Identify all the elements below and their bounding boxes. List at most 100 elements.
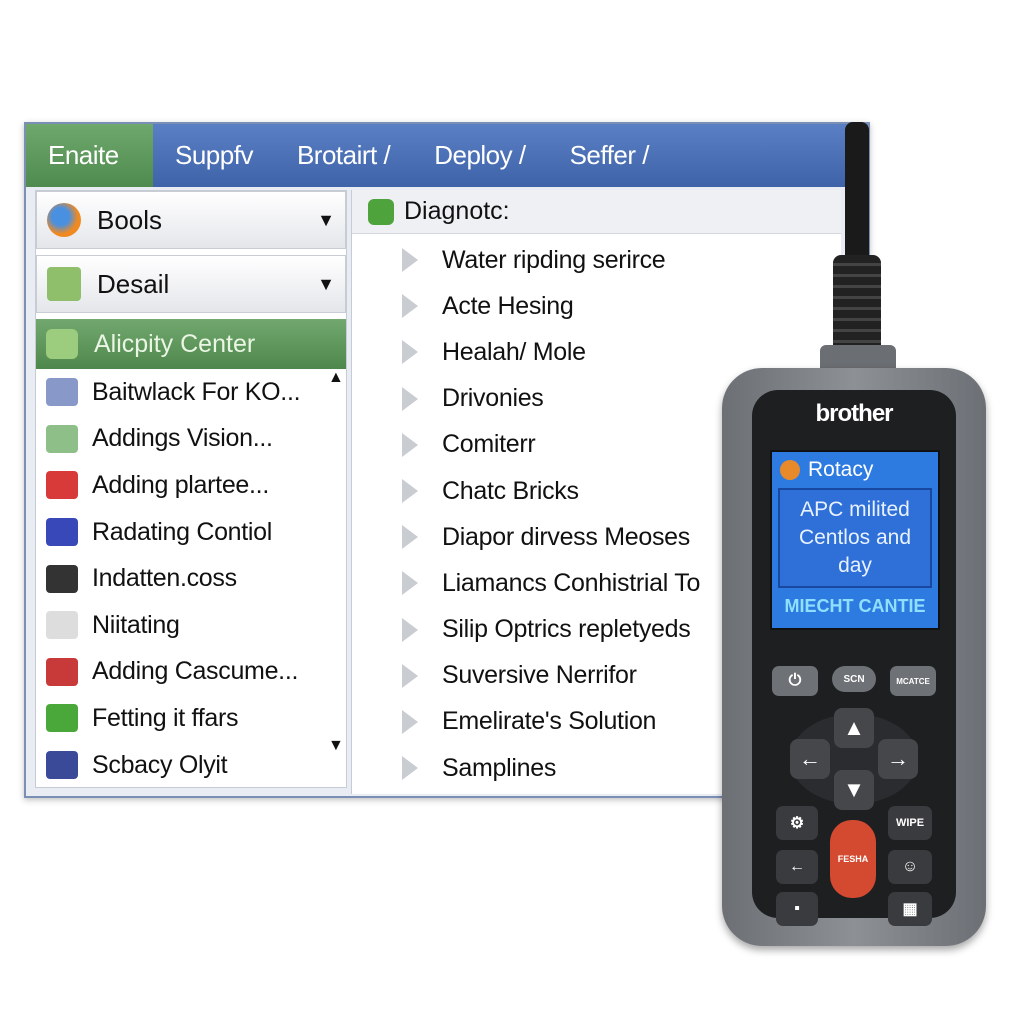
tablet-icon	[46, 751, 78, 780]
tools-icon	[46, 657, 78, 686]
wipe-button[interactable]: WIPE	[888, 806, 932, 840]
scroll-down-icon[interactable]: ▼	[328, 737, 344, 755]
document-icon	[46, 611, 78, 640]
app-center-icon	[46, 329, 78, 359]
sidebar-item[interactable]: Radating Contiol	[36, 509, 346, 556]
list-item-label: Emelirate's Solution	[442, 707, 657, 736]
power-button[interactable]: ⏻	[772, 666, 818, 696]
list-item-label: Suversive Nerrifor	[442, 661, 637, 690]
sidebar-item[interactable]: Adding plartee...	[36, 462, 346, 509]
message-line: APC milited	[800, 498, 910, 521]
browser-globe-icon	[47, 203, 81, 237]
tower-icon	[46, 564, 78, 593]
sidebar-item[interactable]: Fetting it ffars	[36, 695, 346, 742]
list-item-label: Chatc Bricks	[442, 476, 579, 505]
expand-triangle-icon[interactable]	[402, 386, 418, 411]
sidebar-item[interactable]: Scbacy Olyit	[36, 742, 346, 789]
scan-button[interactable]: SCN	[832, 666, 876, 692]
list-item-label: Silip Optrics repletyeds	[442, 615, 691, 644]
tab-brotairt[interactable]: Brotairt /	[275, 124, 412, 187]
scrollbar[interactable]: ▲ ▼	[328, 369, 344, 755]
list-item-label: Liamancs Conhistrial To	[442, 568, 701, 597]
sidebar-item-label: Scbacy Olyit	[92, 750, 228, 779]
left-arrow-button[interactable]: ←	[790, 739, 830, 779]
brand-logo: brother	[815, 400, 894, 427]
cable-coil	[833, 255, 881, 355]
diagnostic-device: brother Rotacy APC milited Centlos and d…	[722, 368, 986, 946]
expand-triangle-icon[interactable]	[402, 432, 418, 457]
scanner-icon	[46, 424, 78, 453]
tab-bar: Enaite Suppfv Brotairt / Deploy / Seffer…	[26, 124, 868, 187]
pane-header: Diagnotc:	[352, 190, 841, 234]
expand-triangle-icon[interactable]	[402, 294, 418, 319]
grid-icon: ▦	[902, 901, 918, 918]
sidebar-item-selected[interactable]: Alicpity Center	[36, 319, 346, 369]
tool-button[interactable]: ⚙	[776, 806, 818, 840]
sidebar-item[interactable]: Niitating	[36, 602, 346, 649]
sidebar-item[interactable]: Adding Cascume...	[36, 649, 346, 696]
chevron-down-icon: ▼	[317, 209, 335, 230]
person-icon: ☺	[901, 858, 919, 875]
screen-footer: MIECHT CANTIE	[784, 596, 926, 616]
back-arrow-icon: ←	[789, 858, 805, 875]
message-line: Centlos and	[798, 526, 912, 549]
expand-triangle-icon[interactable]	[402, 479, 418, 504]
message-line: day	[838, 554, 872, 577]
sidebar-item[interactable]: Baitwlack For KO...	[36, 369, 346, 416]
tab-deploy[interactable]: Deploy /	[412, 124, 547, 187]
sidebar-item-label: Adding Cascume...	[92, 657, 299, 686]
list-item-label: Drivonies	[442, 384, 544, 413]
sidebar-item[interactable]: Indatten.coss	[36, 555, 346, 602]
chevron-down-icon: ▼	[317, 273, 335, 294]
printer-icon	[46, 378, 78, 407]
expand-triangle-icon[interactable]	[402, 709, 418, 734]
expand-triangle-icon[interactable]	[402, 571, 418, 596]
list-item-label: Comiterr	[442, 430, 536, 459]
screen-message: APC milited Centlos and day	[778, 488, 932, 588]
power-icon: ⏻	[788, 672, 802, 689]
sidebar-item-label: Fetting it ffars	[92, 703, 239, 732]
wrench-icon: ⚙	[789, 815, 805, 832]
monitor-icon	[46, 518, 78, 547]
expand-triangle-icon[interactable]	[402, 617, 418, 642]
sidebar-item-label: Baitwlack For KO...	[92, 377, 301, 406]
back-button[interactable]: ←	[776, 850, 818, 884]
expand-triangle-icon[interactable]	[402, 756, 418, 781]
pane-title: Diagnotc:	[404, 197, 510, 225]
device-screen: Rotacy APC milited Centlos and day MIECH…	[770, 450, 940, 630]
scroll-up-icon[interactable]: ▲	[328, 369, 344, 387]
green-chat-icon	[46, 704, 78, 733]
bools-dropdown[interactable]: Bools ▼	[36, 191, 346, 249]
document-icon: ▪	[794, 900, 800, 917]
mcatce-button[interactable]: MCATCE	[890, 666, 936, 696]
screen-title: Rotacy	[808, 458, 874, 481]
list-item-label: Water ripding serirce	[442, 245, 666, 274]
tab-suppfv[interactable]: Suppfv	[153, 124, 275, 187]
sidebar-item-label: Adding plartee...	[92, 470, 269, 499]
sidebar-item-label: Radating Contiol	[92, 517, 273, 546]
list-item-label: Samplines	[442, 753, 557, 782]
doc-button[interactable]: ▪	[776, 892, 818, 926]
expand-triangle-icon[interactable]	[402, 340, 418, 365]
expand-triangle-icon[interactable]	[402, 663, 418, 688]
red-badge-icon	[46, 471, 78, 500]
right-arrow-button[interactable]: →	[878, 739, 918, 779]
diagnostic-list-item[interactable]: Acte Hesing	[352, 283, 841, 329]
globe-icon	[780, 460, 800, 480]
tab-seffer[interactable]: Seffer /	[548, 124, 671, 187]
red-action-button[interactable]: FESHA	[830, 820, 876, 898]
grid-button[interactable]: ▦	[888, 892, 932, 926]
sidebar-item-label: Alicpity Center	[94, 329, 256, 358]
sidebar-item-label: Indatten.coss	[92, 564, 237, 593]
sidebar-item-label: Niitating	[92, 610, 180, 639]
person-button[interactable]: ☺	[888, 850, 932, 884]
tab-enaite[interactable]: Enaite	[26, 124, 153, 187]
sidebar-item-label: Addings Vision...	[92, 424, 273, 453]
down-arrow-button[interactable]: ▼	[834, 770, 874, 810]
up-arrow-button[interactable]: ▲	[834, 708, 874, 748]
desail-dropdown[interactable]: Desail ▼	[36, 255, 346, 313]
diagnostic-list-item[interactable]: Water ripding serirce	[352, 237, 841, 283]
expand-triangle-icon[interactable]	[402, 525, 418, 550]
expand-triangle-icon[interactable]	[402, 248, 418, 273]
sidebar-item[interactable]: Addings Vision...	[36, 416, 346, 463]
